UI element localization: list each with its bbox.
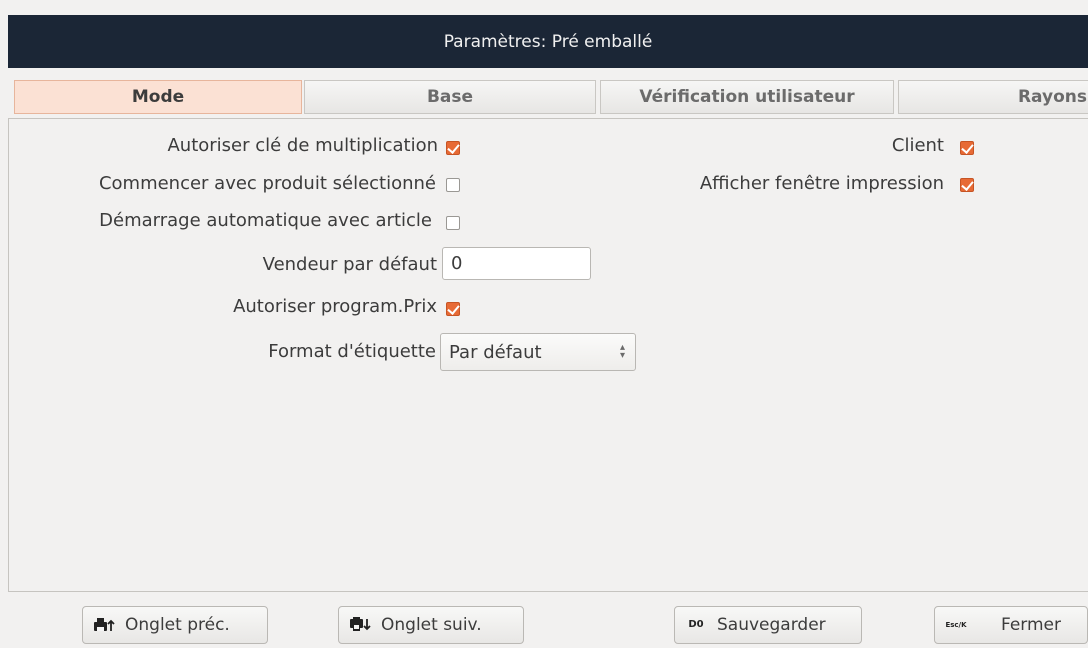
close-label: Fermer bbox=[1001, 615, 1062, 635]
close-button[interactable]: Esc/K Fermer bbox=[934, 606, 1088, 644]
select-arrows-icon: ▴ ▾ bbox=[619, 342, 625, 361]
window-titlebar: Paramètres: Pré emballé bbox=[8, 15, 1088, 68]
show-print-window-label: Afficher fenêtre impression bbox=[699, 173, 944, 194]
allow-price-program-checkbox[interactable] bbox=[446, 302, 460, 316]
label-format-value: Par défaut bbox=[449, 342, 542, 363]
tab-user-verification[interactable]: Vérification utilisateur bbox=[600, 80, 894, 114]
start-with-selected-checkbox[interactable] bbox=[446, 178, 460, 192]
label-format-label: Format d'étiquette bbox=[268, 341, 436, 362]
window-title: Paramètres: Pré emballé bbox=[443, 31, 653, 52]
client-checkbox[interactable] bbox=[960, 141, 974, 155]
default-seller-label: Vendeur par défaut bbox=[262, 254, 437, 275]
d0-key-icon: D0 bbox=[685, 616, 707, 634]
next-tab-button[interactable]: Onglet suiv. bbox=[338, 606, 524, 644]
prev-tab-label: Onglet préc. bbox=[125, 615, 230, 635]
tab-departments[interactable]: Rayons bbox=[898, 80, 1088, 114]
save-button[interactable]: D0 Sauvegarder bbox=[674, 606, 862, 644]
tab-base[interactable]: Base bbox=[304, 80, 596, 114]
default-seller-input[interactable]: 0 bbox=[442, 247, 591, 280]
button-bar: Onglet préc. Onglet suiv. D0 Sauvegarder… bbox=[8, 592, 1088, 648]
auto-start-article-checkbox[interactable] bbox=[446, 216, 460, 230]
label-format-select[interactable]: Par défaut ▴ ▾ bbox=[440, 333, 636, 371]
save-label: Sauvegarder bbox=[717, 615, 826, 635]
printer-up-icon bbox=[93, 616, 115, 634]
next-tab-label: Onglet suiv. bbox=[381, 615, 482, 635]
allow-multiply-key-checkbox[interactable] bbox=[446, 141, 460, 155]
save-key-label: D0 bbox=[688, 619, 704, 630]
show-print-window-checkbox[interactable] bbox=[960, 178, 974, 192]
prev-tab-button[interactable]: Onglet préc. bbox=[82, 606, 268, 644]
tab-bar: Mode Base Vérification utilisateur Rayon… bbox=[8, 76, 1088, 118]
esc-key-icon: Esc/K bbox=[945, 616, 967, 634]
allow-price-program-label: Autoriser program.Prix bbox=[233, 296, 437, 317]
start-with-selected-label: Commencer avec produit sélectionné bbox=[98, 173, 436, 194]
client-label: Client bbox=[891, 135, 944, 156]
tab-mode[interactable]: Mode bbox=[14, 80, 302, 114]
printer-down-icon bbox=[349, 616, 371, 634]
close-key-label: Esc/K bbox=[945, 621, 967, 629]
auto-start-article-label: Démarrage automatique avec article bbox=[99, 210, 432, 231]
allow-multiply-key-label: Autoriser clé de multiplication bbox=[167, 135, 438, 156]
